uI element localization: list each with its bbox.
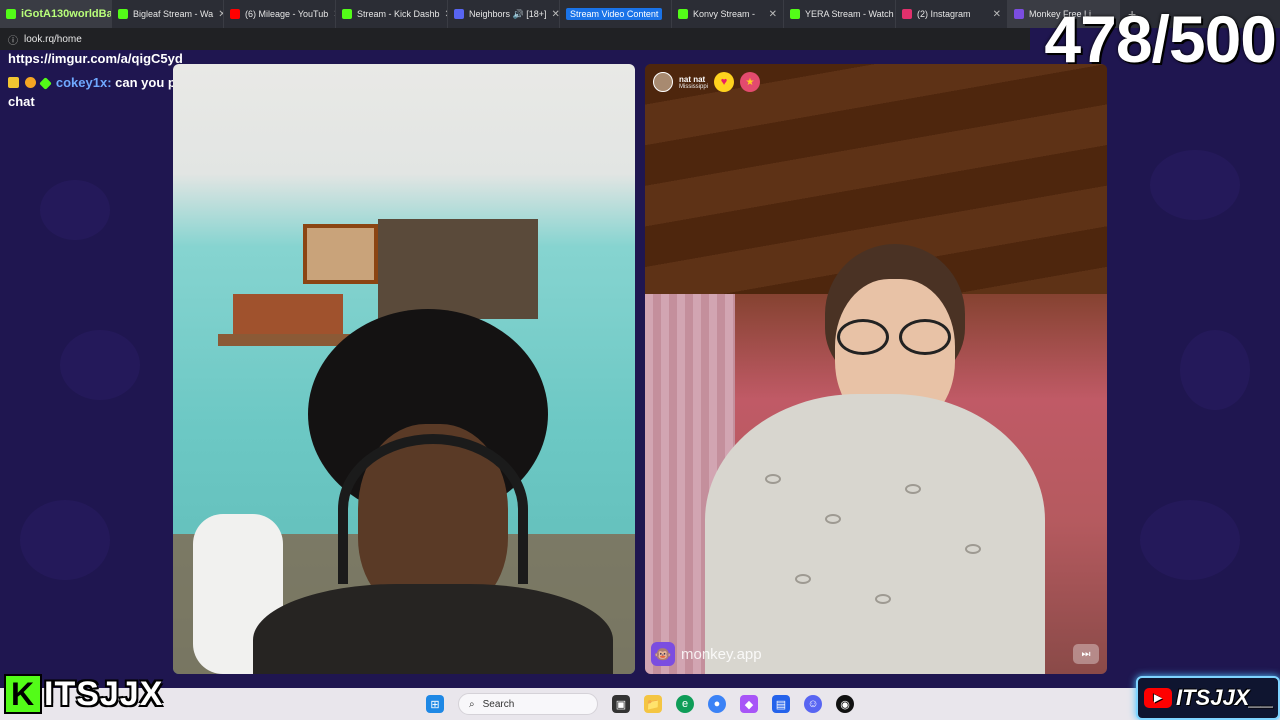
sparkle-icon (39, 76, 53, 90)
file-explorer-icon[interactable]: 📁 (644, 695, 662, 713)
chat-badges (8, 75, 53, 93)
edge-icon[interactable]: e (676, 695, 694, 713)
browser-tab[interactable]: Stream - Kick Dashb ✕ (336, 0, 448, 28)
coin-icon (24, 76, 36, 88)
pattern-spot (965, 544, 981, 554)
close-icon[interactable]: ✕ (993, 9, 1001, 20)
url-text[interactable]: look.rq/home (24, 34, 82, 45)
kick-channel-logo: K ITSJJX (4, 672, 163, 716)
gift-icon[interactable]: ★ (740, 72, 761, 92)
tab-label: Stream - Kick Dashb (357, 9, 440, 19)
browser-tab[interactable]: Neighbors 🔊 [18+] ✕ (448, 0, 560, 28)
background-pattern (1140, 500, 1240, 580)
channel-name: ITSJJX (44, 674, 164, 713)
discord-icon (454, 9, 464, 19)
taskbar-search[interactable]: ⌕ Search (458, 693, 598, 715)
app-icon[interactable]: ◉ (836, 695, 854, 713)
browser-tab[interactable]: Konvy Stream - ✕ (672, 0, 784, 28)
partner-user-text: nat nat Mississippi (679, 75, 708, 90)
address-bar[interactable]: ⓘ look.rq/home (0, 28, 1030, 50)
glasses (835, 319, 955, 355)
windows-taskbar: ⊞ ⌕ Search ▣ 📁 e ● ◆ ▤ ☺ ◉ (0, 688, 1280, 720)
close-icon[interactable]: ✕ (769, 9, 777, 20)
youtube-icon (230, 9, 240, 19)
background-pattern (20, 500, 110, 580)
browser-tab[interactable]: (6) Mileage - YouTub ✕ (224, 0, 336, 28)
search-label: Search (482, 698, 515, 710)
tab-label: Neighbors 🔊 [18+] (469, 8, 547, 19)
chat-link-message: https://imgur.com/a/qigC5yd (8, 51, 183, 66)
pattern-spot (795, 574, 811, 584)
partner-username: nat nat (679, 74, 706, 84)
partner-location: Mississippi (679, 83, 709, 90)
tab-label: (6) Mileage - YouTub (245, 9, 329, 19)
site-info-icon[interactable]: ⓘ (8, 32, 18, 47)
youtube-icon: ▶ (1144, 688, 1172, 708)
tab-label: iGotA130worldBackpack (21, 8, 112, 20)
background-pattern (60, 330, 140, 400)
browser-tab[interactable]: (2) Instagram ✕ (896, 0, 1008, 28)
search-icon: ⌕ (469, 698, 475, 710)
app-icon[interactable]: ● (708, 695, 726, 713)
kick-icon (6, 9, 16, 19)
kick-icon (790, 9, 800, 19)
partner-webcam-video: nat nat Mississippi ♥ ★ 🐵 monkey.app ⏭ (645, 64, 1107, 674)
glasses-lens (837, 319, 889, 355)
partner-user-info[interactable]: nat nat Mississippi ♥ ★ (653, 72, 761, 92)
tab-label: Konvy Stream - (693, 9, 756, 19)
kick-logo-letter: K (4, 674, 42, 714)
kick-icon (118, 9, 128, 19)
store-icon[interactable]: ▤ (772, 695, 790, 713)
youtube-channel-logo: ▶ ITSJJX__ (1136, 676, 1280, 720)
heart-icon[interactable]: ♥ (714, 72, 735, 92)
tab-label: (2) Instagram (917, 9, 971, 19)
chat-username: cokey1x: (55, 75, 112, 90)
pattern-spot (825, 514, 841, 524)
streamer-webcam-video (173, 64, 635, 674)
pattern-spot (765, 474, 781, 484)
tab-label: Bigleaf Stream - Wa (133, 9, 214, 19)
discord-icon[interactable]: ☺ (804, 695, 822, 713)
app-icon[interactable]: ◆ (740, 695, 758, 713)
crown-icon (8, 76, 19, 88)
pattern-spot (905, 484, 921, 494)
background-pattern (1150, 150, 1240, 220)
headphones (338, 434, 528, 584)
background-pattern (40, 180, 110, 240)
tab-group-label[interactable]: Stream Video Content (566, 8, 663, 20)
shelf-items (378, 219, 538, 319)
windows-start-icon[interactable]: ⊞ (426, 695, 444, 713)
kick-icon (342, 9, 352, 19)
browser-tab[interactable]: Stream Video Content (560, 0, 672, 28)
skip-button[interactable]: ⏭ (1073, 644, 1099, 664)
monkey-icon: 🐵 (651, 642, 675, 666)
streamer-hoodie (253, 584, 613, 674)
avatar[interactable] (653, 72, 673, 92)
partner-sweater (705, 394, 1045, 674)
background-pattern (1180, 330, 1250, 410)
shelf (218, 334, 353, 346)
task-view-icon[interactable]: ▣ (612, 695, 630, 713)
kick-icon (678, 9, 688, 19)
picture-frame (303, 224, 378, 284)
browser-tab[interactable]: iGotA130worldBackpack (0, 0, 112, 28)
monkey-app-watermark: 🐵 monkey.app (651, 642, 762, 666)
monkey-icon (1014, 9, 1024, 19)
tab-label: YERA Stream - Watch (805, 9, 894, 19)
instagram-icon (902, 9, 912, 19)
browser-tab[interactable]: YERA Stream - Watch ✕ (784, 0, 896, 28)
channel-name: ITSJJX__ (1176, 685, 1274, 710)
box (233, 294, 343, 334)
browser-tab[interactable]: Bigleaf Stream - Wa ✕ (112, 0, 224, 28)
close-icon[interactable]: ✕ (552, 9, 560, 20)
glasses-lens (899, 319, 951, 355)
pattern-spot (875, 594, 891, 604)
watermark-text: monkey.app (681, 645, 762, 663)
